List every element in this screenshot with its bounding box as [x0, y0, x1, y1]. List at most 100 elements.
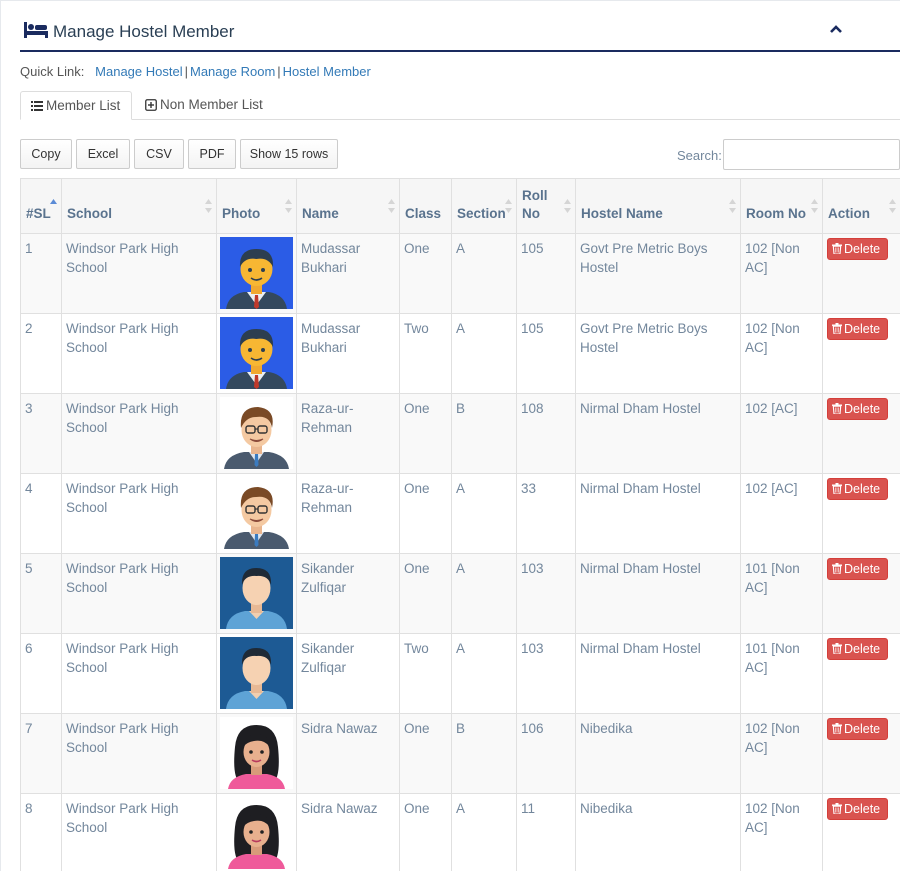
- col-name[interactable]: Name: [296, 178, 400, 234]
- delete-button[interactable]: Delete: [827, 398, 888, 420]
- cell-school: Windsor Park High School: [61, 393, 217, 474]
- manage-room-link[interactable]: Manage Room: [190, 64, 275, 79]
- col-roll-no[interactable]: Roll No: [516, 178, 576, 234]
- cell-room-no: 101 [Non AC]: [740, 553, 823, 634]
- cell-action: Delete: [822, 313, 900, 394]
- cell-photo: [216, 633, 297, 714]
- student-avatar-icon: [220, 397, 293, 469]
- cell-sl: 8: [20, 793, 62, 871]
- delete-button-label: Delete: [844, 562, 881, 576]
- trash-icon: [832, 803, 842, 815]
- delete-button[interactable]: Delete: [827, 238, 888, 260]
- search-input[interactable]: [723, 139, 900, 170]
- delete-button[interactable]: Delete: [827, 638, 888, 660]
- sort-icon: [729, 199, 736, 213]
- chevron-up-icon[interactable]: [828, 21, 844, 37]
- manage-hostel-link[interactable]: Manage Hostel: [95, 64, 182, 79]
- delete-button[interactable]: Delete: [827, 478, 888, 500]
- delete-button[interactable]: Delete: [827, 798, 888, 820]
- col-school[interactable]: School: [61, 178, 217, 234]
- cell-hostel-name: Nibedika: [575, 713, 741, 794]
- table-row: 2 Windsor Park High School Mudassar Bukha…: [20, 313, 900, 394]
- pdf-button[interactable]: PDF: [188, 139, 236, 169]
- delete-button[interactable]: Delete: [827, 318, 888, 340]
- list-icon: [31, 101, 43, 111]
- col-sl[interactable]: #SL: [20, 178, 62, 234]
- cell-photo: [216, 393, 297, 474]
- cell-class: One: [399, 793, 452, 871]
- page-title: Manage Hostel Member: [53, 22, 235, 41]
- cell-sl: 1: [20, 233, 62, 314]
- cell-hostel-name: Nibedika: [575, 793, 741, 871]
- sort-icon: [285, 199, 292, 213]
- cell-section: B: [451, 393, 517, 474]
- delete-button-label: Delete: [844, 402, 881, 416]
- cell-section: A: [451, 233, 517, 314]
- table-row: 6 Windsor Park High School Sikander Zulfi…: [20, 633, 900, 714]
- delete-button[interactable]: Delete: [827, 558, 888, 580]
- hostel-member-link[interactable]: Hostel Member: [283, 64, 371, 79]
- col-class[interactable]: Class: [399, 178, 452, 234]
- cell-sl: 7: [20, 713, 62, 794]
- cell-photo: [216, 473, 297, 554]
- col-hostel-name[interactable]: Hostel Name: [575, 178, 741, 234]
- cell-hostel-name: Nirmal Dham Hostel: [575, 633, 741, 714]
- tab-member-list-label: Member List: [46, 98, 121, 113]
- col-action[interactable]: Action: [822, 178, 900, 234]
- cell-name: Sidra Nawaz: [296, 713, 400, 794]
- show-rows-button[interactable]: Show 15 rows: [240, 139, 338, 169]
- table-row: 7 Windsor Park High School Sidra Nawaz One…: [20, 713, 900, 794]
- student-avatar-icon: [220, 237, 293, 309]
- cell-name: Sidra Nawaz: [296, 793, 400, 871]
- cell-school: Windsor Park High School: [61, 313, 217, 394]
- cell-roll-no: 103: [516, 553, 576, 634]
- tab-non-member-list-label: Non Member List: [160, 97, 263, 112]
- table-header-row: #SL School Photo Name Class Section Roll…: [20, 178, 900, 234]
- cell-school: Windsor Park High School: [61, 713, 217, 794]
- delete-button-label: Delete: [844, 802, 881, 816]
- cell-hostel-name: Govt Pre Metric Boys Hostel: [575, 313, 741, 394]
- cell-section: A: [451, 473, 517, 554]
- col-section[interactable]: Section: [451, 178, 517, 234]
- delete-button-label: Delete: [844, 322, 881, 336]
- cell-action: Delete: [822, 393, 900, 474]
- cell-roll-no: 103: [516, 633, 576, 714]
- cell-photo: [216, 713, 297, 794]
- sort-asc-icon: [50, 199, 57, 204]
- cell-sl: 6: [20, 633, 62, 714]
- col-photo[interactable]: Photo: [216, 178, 297, 234]
- cell-hostel-name: Nirmal Dham Hostel: [575, 553, 741, 634]
- student-avatar-icon: [220, 797, 293, 869]
- student-avatar-icon: [220, 717, 293, 789]
- tab-non-member-list[interactable]: Non Member List: [135, 91, 273, 120]
- col-room-no[interactable]: Room No: [740, 178, 823, 234]
- quick-links: Quick Link: Manage Hostel | Manage Room | Ho…: [20, 64, 371, 79]
- tab-member-list[interactable]: Member List: [20, 91, 132, 120]
- cell-photo: [216, 313, 297, 394]
- trash-icon: [832, 723, 842, 735]
- excel-button[interactable]: Excel: [76, 139, 130, 169]
- delete-button-label: Delete: [844, 642, 881, 656]
- cell-name: Raza-ur-Rehman: [296, 393, 400, 474]
- cell-roll-no: 105: [516, 313, 576, 394]
- copy-button[interactable]: Copy: [20, 139, 72, 169]
- csv-button[interactable]: CSV: [134, 139, 184, 169]
- cell-room-no: 102 [Non AC]: [740, 313, 823, 394]
- delete-button[interactable]: Delete: [827, 718, 888, 740]
- cell-class: One: [399, 553, 452, 634]
- cell-roll-no: 33: [516, 473, 576, 554]
- table-row: 8 Windsor Park High School Sidra Nawaz One…: [20, 793, 900, 871]
- cell-room-no: 102 [Non AC]: [740, 793, 823, 871]
- table-row: 5 Windsor Park High School Sikander Zulfi…: [20, 553, 900, 634]
- cell-roll-no: 108: [516, 393, 576, 474]
- student-avatar-icon: [220, 557, 293, 629]
- cell-room-no: 102 [AC]: [740, 393, 823, 474]
- cell-roll-no: 106: [516, 713, 576, 794]
- delete-button-label: Delete: [844, 242, 881, 256]
- cell-class: Two: [399, 313, 452, 394]
- cell-school: Windsor Park High School: [61, 633, 217, 714]
- student-avatar-icon: [220, 317, 293, 389]
- cell-room-no: 102 [AC]: [740, 473, 823, 554]
- trash-icon: [832, 483, 842, 495]
- cell-sl: 3: [20, 393, 62, 474]
